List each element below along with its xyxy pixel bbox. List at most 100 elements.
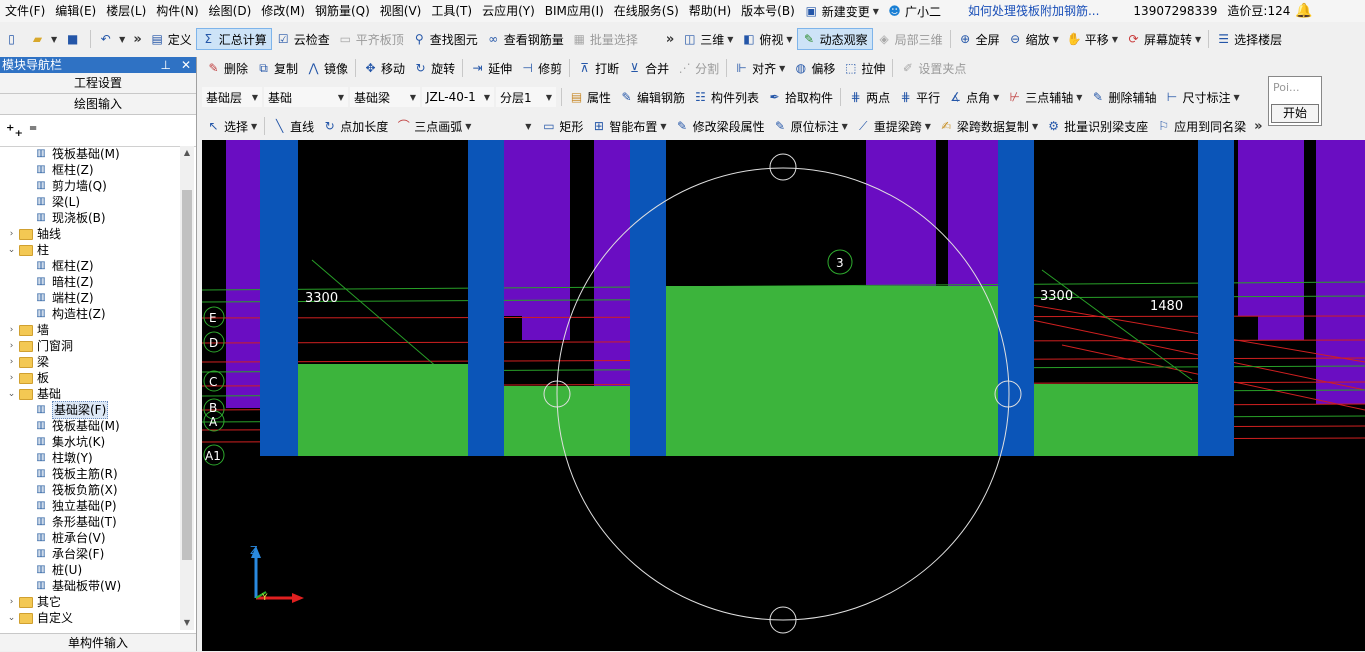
tree-item[interactable]: ▥ 基础梁(F)	[0, 401, 180, 419]
tree-item[interactable]: ▥ 独立基础(P)	[0, 498, 180, 514]
merge-button[interactable]: ⊻ 合并	[623, 57, 673, 79]
find-element-button[interactable]: ⚲ 查找图元	[408, 28, 482, 50]
offset-button[interactable]: ◍ 偏移	[789, 57, 839, 79]
type-select[interactable]: 基础梁 ▼	[350, 87, 420, 107]
tree-item[interactable]: ▥ 柱墩(Y)	[0, 450, 180, 466]
scroll-thumb[interactable]	[182, 190, 192, 560]
stretch-button[interactable]: ⬚ 拉伸	[839, 57, 889, 79]
save-button[interactable]: ■	[61, 28, 87, 50]
menu-online[interactable]: 在线服务(S)	[609, 0, 684, 22]
menu-modify[interactable]: 修改(M)	[256, 0, 310, 22]
open-file-button[interactable]: ▰ ▼	[26, 28, 61, 50]
select-floor-button[interactable]: ☰ 选择楼层	[1212, 28, 1286, 50]
local-3d-button[interactable]: ◈ 局部三维	[873, 28, 947, 50]
tree-item[interactable]: ▥ 框柱(Z)	[0, 258, 180, 274]
point-length-button[interactable]: ↻ 点加长度	[318, 115, 392, 137]
properties-button[interactable]: ▤ 属性	[565, 86, 615, 108]
delete-axis-button[interactable]: ✎ 删除辅轴	[1086, 86, 1160, 108]
tree-item[interactable]: ▥ 筏板主筋(R)	[0, 466, 180, 482]
column[interactable]	[630, 140, 666, 456]
trim-button[interactable]: ⊣ 修剪	[516, 57, 566, 79]
dimension-button[interactable]: ⊢ 尺寸标注 ▼	[1160, 86, 1243, 108]
bell-icon[interactable]: 🔔	[1295, 3, 1312, 19]
re-extract-span-button[interactable]: ⟋ 重提梁跨 ▼	[852, 115, 935, 137]
menu-version[interactable]: 版本号(B)	[736, 0, 800, 22]
element-list-button[interactable]: ☷ 构件列表	[689, 86, 763, 108]
summary-calc-button[interactable]: Σ 汇总计算	[195, 28, 272, 50]
split-button[interactable]: ⋰ 分割	[673, 57, 723, 79]
undo-button[interactable]: ↶ ▼	[94, 28, 129, 50]
tree-folder[interactable]: ⌄ 基础	[0, 386, 180, 402]
chevron-down-icon[interactable]: ⌄	[6, 242, 17, 258]
extend-button[interactable]: ⇥ 延伸	[466, 57, 516, 79]
move-button[interactable]: ✥ 移动	[359, 57, 409, 79]
menu-bim[interactable]: BIM应用(I)	[540, 0, 609, 22]
menu-file[interactable]: 文件(F)	[0, 0, 50, 22]
tree-item[interactable]: ▥ 承台梁(F)	[0, 546, 180, 562]
tree-item[interactable]: ▥ 剪力墙(Q)	[0, 178, 180, 194]
batch-select-button[interactable]: ▦ 批量选择	[568, 28, 642, 50]
3d-viewport[interactable]: E D C B A A1 3 3300 3300 1480 Z Y	[202, 140, 1365, 651]
menu-rebar-quantity[interactable]: 钢筋量(Q)	[310, 0, 375, 22]
copy-button[interactable]: ⧉ 复制	[252, 57, 302, 79]
in-situ-label-button[interactable]: ✎ 原位标注 ▼	[769, 115, 852, 137]
menu-draw[interactable]: 绘图(D)	[204, 0, 257, 22]
tree-item[interactable]: ▥ 暗柱(Z)	[0, 274, 180, 290]
menu-view[interactable]: 视图(V)	[375, 0, 427, 22]
tree-item[interactable]: ▥ 桩(U)	[0, 562, 180, 578]
foundation-beam[interactable]	[664, 286, 1000, 456]
menu-tools[interactable]: 工具(T)	[426, 0, 477, 22]
menu-floor[interactable]: 楼层(L)	[101, 0, 151, 22]
tree-item[interactable]: ▥ 条形基础(T)	[0, 514, 180, 530]
chevron-right-icon[interactable]: ›	[6, 354, 17, 370]
tree-item[interactable]: ▥ 端柱(Z)	[0, 290, 180, 306]
parallel-button[interactable]: ⋕ 平行	[894, 86, 944, 108]
tree-folder[interactable]: › 门窗洞	[0, 338, 180, 354]
scroll-down-icon[interactable]: ▼	[180, 616, 194, 630]
tree-folder[interactable]: › 墙	[0, 322, 180, 338]
tree-item[interactable]: ▥ 筏板基础(M)	[0, 418, 180, 434]
define-button[interactable]: ▤ 定义	[146, 28, 196, 50]
set-grip-button[interactable]: ✐ 设置夹点	[896, 57, 970, 79]
three-point-axis-button[interactable]: ⊬ 三点辅轴 ▼	[1003, 86, 1086, 108]
draw-mode-select[interactable]: ▼	[475, 116, 535, 136]
tree-scrollbar[interactable]: ▲ ▼	[180, 146, 194, 630]
new-change-button[interactable]: ▣ 新建变更 ▼	[800, 0, 883, 22]
expand-all-icon[interactable]: ⁺₊	[6, 121, 23, 140]
column[interactable]	[260, 140, 298, 456]
layer-select[interactable]: 分层1 ▼	[496, 87, 556, 107]
tree-item[interactable]: ▥ 梁(L)	[0, 194, 180, 210]
align-button[interactable]: ⊩ 对齐 ▼	[730, 57, 789, 79]
span-copy-button[interactable]: ✍ 梁跨数据复制 ▼	[935, 115, 1042, 137]
apply-same-button[interactable]: ⚐ 应用到同名梁	[1152, 115, 1250, 137]
pan-button[interactable]: ✋ 平移 ▼	[1063, 28, 1122, 50]
chevron-right-icon[interactable]: ›	[6, 338, 17, 354]
zoom-button[interactable]: ⊖ 缩放 ▼	[1004, 28, 1063, 50]
dynamic-observe-button[interactable]: ✎ 动态观察	[796, 28, 873, 50]
question-link[interactable]: 如何处理筏板附加钢筋...	[963, 0, 1104, 22]
view-3d-button[interactable]: ◫ 三维 ▼	[678, 28, 737, 50]
chevron-down-icon[interactable]: ⌄	[6, 386, 17, 402]
tree-folder[interactable]: › 其它	[0, 594, 180, 610]
rotate-button[interactable]: ↻ 旋转	[409, 57, 459, 79]
toolbar-overflow-icon[interactable]: »	[662, 32, 678, 47]
tree-folder[interactable]: ⌄ 柱	[0, 242, 180, 258]
close-icon[interactable]: ✕	[176, 58, 196, 72]
chevron-right-icon[interactable]: ›	[6, 370, 17, 386]
drawing-input-button[interactable]: 绘图输入	[0, 94, 196, 115]
smart-layout-button[interactable]: ⊞ 智能布置 ▼	[587, 115, 670, 137]
delete-button[interactable]: ✎ 删除	[202, 57, 252, 79]
assistant-button[interactable]: ☻ 广小二	[883, 0, 945, 22]
select-button[interactable]: ↖ 选择 ▼	[202, 115, 261, 137]
column[interactable]	[998, 140, 1034, 456]
element-select[interactable]: JZL-40-1 ▼	[422, 87, 494, 107]
single-input-button[interactable]: 单构件输入	[0, 633, 196, 651]
tree-item[interactable]: ▥ 桩承台(V)	[0, 530, 180, 546]
column[interactable]	[468, 140, 504, 456]
toolbar-overflow-icon[interactable]: »	[1250, 119, 1266, 134]
menu-help[interactable]: 帮助(H)	[684, 0, 736, 22]
tree-item[interactable]: ▥ 筏板基础(M)	[0, 146, 180, 162]
tree-item[interactable]: ▥ 现浇板(B)	[0, 210, 180, 226]
mirror-button[interactable]: ⋀ 镜像	[302, 57, 352, 79]
view-rebar-button[interactable]: ∞ 查看钢筋量	[482, 28, 568, 50]
